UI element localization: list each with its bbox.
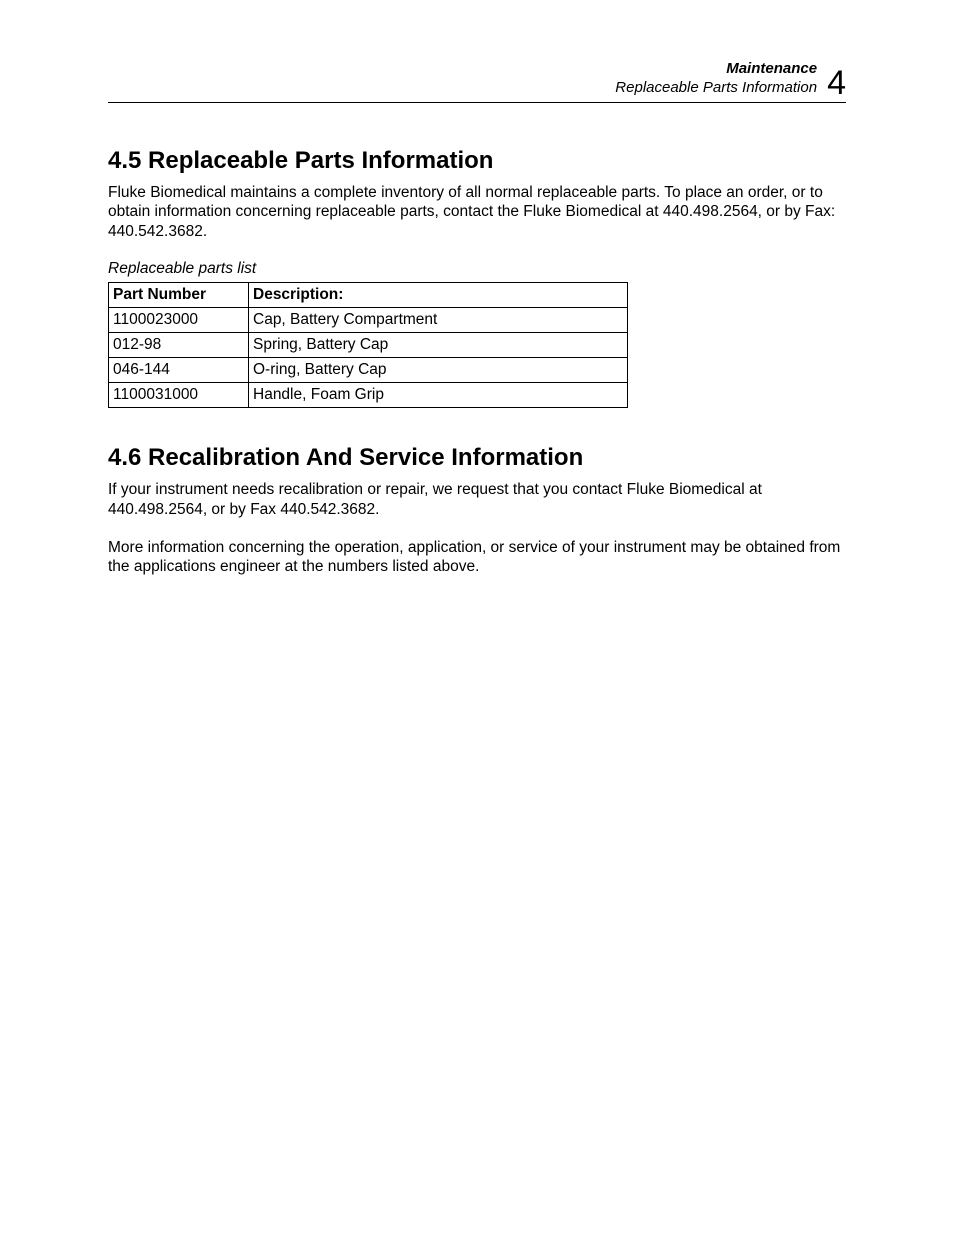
section-4-6-paragraph-1: If your instrument needs recalibration o…: [108, 480, 846, 520]
section-4-6-paragraph-2: More information concerning the operatio…: [108, 538, 846, 578]
cell-description: Spring, Battery Cap: [249, 332, 628, 357]
running-header-titles: Maintenance Replaceable Parts Informatio…: [615, 60, 817, 98]
table-header-row: Part Number Description:: [109, 282, 628, 307]
section-4-6-heading: 4.6 Recalibration And Service Informatio…: [108, 444, 846, 472]
table-row: 1100031000 Handle, Foam Grip: [109, 382, 628, 407]
cell-part-number: 1100031000: [109, 382, 249, 407]
cell-description: Handle, Foam Grip: [249, 382, 628, 407]
col-header-part-number: Part Number: [109, 282, 249, 307]
cell-part-number: 1100023000: [109, 307, 249, 332]
table-row: 046-144 O-ring, Battery Cap: [109, 357, 628, 382]
running-header-line1: Maintenance: [615, 60, 817, 79]
cell-part-number: 012-98: [109, 332, 249, 357]
section-4-5-paragraph: Fluke Biomedical maintains a complete in…: [108, 183, 846, 242]
running-header: Maintenance Replaceable Parts Informatio…: [108, 60, 846, 103]
table-row: 012-98 Spring, Battery Cap: [109, 332, 628, 357]
section-4-5-heading: 4.5 Replaceable Parts Information: [108, 147, 846, 175]
cell-part-number: 046-144: [109, 357, 249, 382]
table-row: 1100023000 Cap, Battery Compartment: [109, 307, 628, 332]
chapter-number: 4: [827, 66, 846, 100]
cell-description: O-ring, Battery Cap: [249, 357, 628, 382]
col-header-description: Description:: [249, 282, 628, 307]
running-header-line2: Replaceable Parts Information: [615, 79, 817, 98]
parts-table-caption: Replaceable parts list: [108, 260, 846, 278]
cell-description: Cap, Battery Compartment: [249, 307, 628, 332]
parts-table: Part Number Description: 1100023000 Cap,…: [108, 282, 628, 408]
